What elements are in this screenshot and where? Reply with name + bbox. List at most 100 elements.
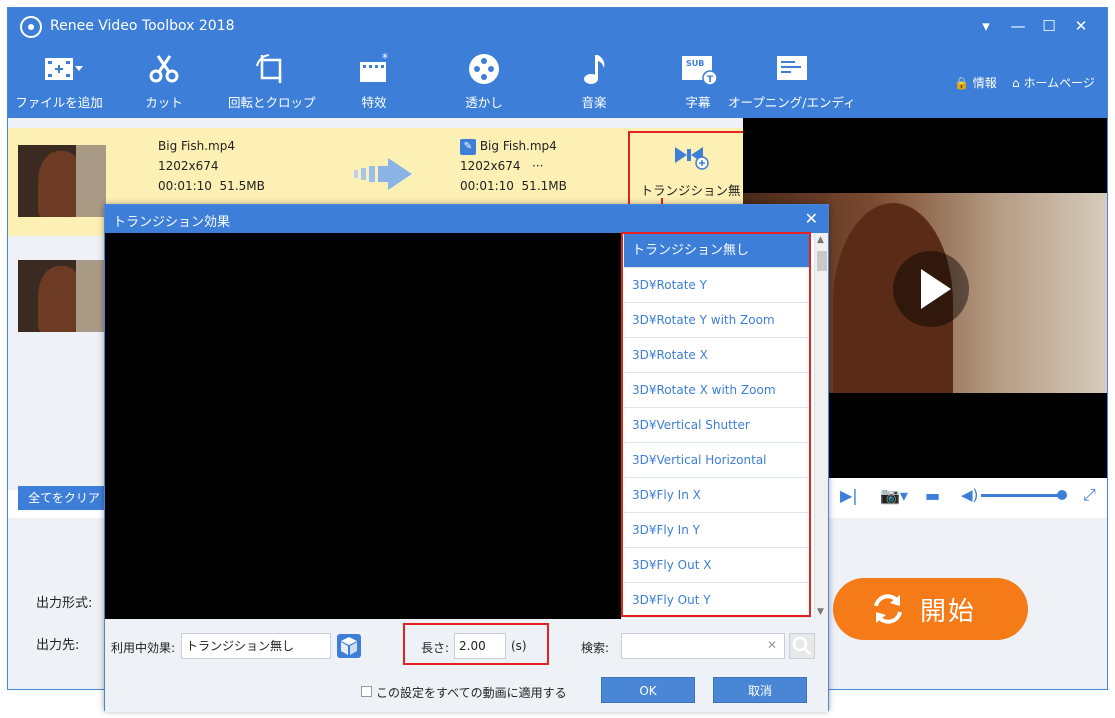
next-frame-icon[interactable]: ▶|: [840, 486, 858, 505]
volume-knob[interactable]: [1057, 490, 1067, 500]
output-more-button[interactable]: ···: [532, 159, 543, 173]
folder-icon[interactable]: ▬: [925, 486, 940, 505]
output-format-label: 出力形式:: [36, 596, 93, 611]
watermark-label: 透かし: [465, 95, 503, 110]
subtitle-icon: SUB T: [682, 56, 718, 86]
opening-ending-label: オープニング/エンディ: [728, 95, 856, 110]
scroll-up-icon[interactable]: ▲: [817, 235, 824, 245]
convert-arrow-icon: [354, 158, 412, 190]
add-file-button[interactable]: ファイルを追加: [14, 52, 104, 111]
apply-all-checkbox[interactable]: [361, 686, 372, 697]
homepage-link[interactable]: ⌂ ホームページ: [1012, 74, 1095, 91]
home-icon: ⌂: [1012, 76, 1020, 90]
menu-dropdown-icon[interactable]: ▾: [976, 16, 996, 36]
start-button[interactable]: 開始: [833, 578, 1028, 640]
length-input[interactable]: 2.00: [454, 633, 506, 659]
current-effect-label: 利用中効果:: [111, 641, 176, 655]
volume-icon[interactable]: ◀): [961, 486, 978, 504]
ok-button[interactable]: OK: [601, 677, 695, 703]
length-label: 長さ:: [421, 641, 450, 655]
effects-button[interactable]: * 特效: [344, 52, 404, 111]
output-destination-label: 出力先:: [36, 638, 80, 653]
dialog-title: トランジション効果: [113, 215, 231, 230]
music-icon: [584, 55, 605, 84]
output-info: ✎ Big Fish.mp4 1202x674 ··· 00:01:10 51.…: [460, 136, 567, 196]
svg-text:SUB: SUB: [686, 59, 704, 68]
play-icon[interactable]: [893, 251, 969, 327]
scissors-icon: [149, 55, 179, 83]
dialog-settings: 利用中効果: トランジション無し 長さ: 2.00 (s) 検索: ✕ この設定…: [105, 619, 828, 712]
source-filename: Big Fish.mp4: [158, 139, 235, 153]
start-label: 開始: [920, 597, 977, 627]
source-duration: 00:01:10: [158, 179, 212, 193]
transition-dialog: トランジション効果 ✕ トランジション無し 3D¥Rotate Y 3D¥Rot…: [104, 204, 829, 712]
svg-text:T: T: [707, 75, 714, 85]
app-title: Renee Video Toolbox 2018: [50, 18, 235, 34]
refresh-icon: [874, 594, 902, 624]
info-label: 情報: [972, 76, 997, 90]
music-button[interactable]: 音楽: [564, 52, 624, 111]
rotate-crop-button[interactable]: 回転とクロップ: [228, 52, 316, 111]
rotate-crop-label: 回転とクロップ: [228, 95, 316, 110]
dialog-title-bar: トランジション効果 ✕: [105, 205, 828, 233]
minimize-button[interactable]: —: [1008, 16, 1028, 36]
search-icon: [792, 636, 811, 655]
dice-icon: [341, 637, 357, 655]
watermark-icon: [469, 54, 499, 84]
effect-list-scrollbar[interactable]: ▲ ▼: [814, 233, 828, 619]
transition-icon: [674, 147, 709, 170]
output-filename: Big Fish.mp4: [479, 139, 557, 153]
watermark-button[interactable]: 透かし: [454, 52, 514, 111]
add-file-icon: [45, 58, 83, 80]
source-info: Big Fish.mp4 1202x674 00:01:10 51.5MB: [158, 136, 265, 196]
app-logo-icon: [20, 16, 42, 38]
search-clear-icon[interactable]: ✕: [767, 638, 777, 652]
rotate-crop-icon: [256, 54, 282, 83]
clear-all-button[interactable]: 全てをクリア: [18, 486, 110, 510]
transition-label: トランジション無: [640, 183, 741, 198]
source-size: 51.5MB: [219, 179, 265, 193]
output-duration: 00:01:10: [460, 179, 514, 193]
current-effect-field: トランジション無し: [181, 633, 331, 659]
close-button[interactable]: ✕: [1071, 16, 1091, 36]
transition-button[interactable]: トランジション無: [628, 131, 753, 209]
output-resolution: 1202x674: [460, 159, 521, 173]
output-size: 51.1MB: [521, 179, 567, 193]
cut-button[interactable]: カット: [134, 52, 194, 111]
effect-list-highlight: [621, 232, 811, 617]
volume-slider[interactable]: [981, 494, 1061, 497]
transition-preview: [105, 233, 621, 619]
subtitle-button[interactable]: SUB T 字幕: [668, 52, 728, 111]
search-label: 検索:: [581, 641, 610, 655]
length-unit: (s): [511, 639, 527, 653]
subtitle-label: 字幕: [685, 95, 711, 110]
title-bar: Renee Video Toolbox 2018 ▾ — ☐ ✕: [8, 8, 1107, 46]
scroll-thumb[interactable]: [817, 251, 827, 271]
opening-ending-icon: [776, 56, 807, 80]
toolbar: ファイルを追加 カット 回転とクロップ * 特效 透かし 音楽 SUB T 字幕…: [8, 46, 1107, 118]
svg-text:*: *: [382, 52, 388, 65]
opening-ending-button[interactable]: オープニング/エンディ: [728, 52, 856, 111]
dialog-close-icon[interactable]: ✕: [805, 209, 818, 228]
cancel-button[interactable]: 取消: [713, 677, 807, 703]
edit-icon[interactable]: ✎: [460, 138, 476, 155]
scroll-down-icon[interactable]: ▼: [817, 607, 824, 617]
random-dice-icon[interactable]: [337, 634, 361, 658]
fullscreen-icon[interactable]: ⤢: [1083, 485, 1096, 505]
effects-label: 特效: [361, 95, 387, 110]
source-resolution: 1202x674: [158, 159, 219, 173]
add-file-label: ファイルを追加: [15, 95, 103, 110]
video-thumbnail: [18, 260, 106, 332]
homepage-label: ホームページ: [1023, 76, 1095, 90]
search-button[interactable]: [789, 633, 815, 659]
maximize-button[interactable]: ☐: [1039, 16, 1059, 36]
search-input[interactable]: [621, 633, 785, 659]
video-thumbnail: [18, 145, 106, 217]
info-link[interactable]: 🔒 情報: [954, 74, 997, 91]
effects-icon: *: [360, 52, 388, 82]
snapshot-icon[interactable]: 📷▾: [880, 486, 908, 505]
music-label: 音楽: [581, 95, 607, 110]
lock-icon: 🔒: [954, 76, 969, 90]
cut-label: カット: [145, 95, 183, 110]
apply-all-label[interactable]: この設定をすべての動画に適用する: [376, 684, 567, 701]
